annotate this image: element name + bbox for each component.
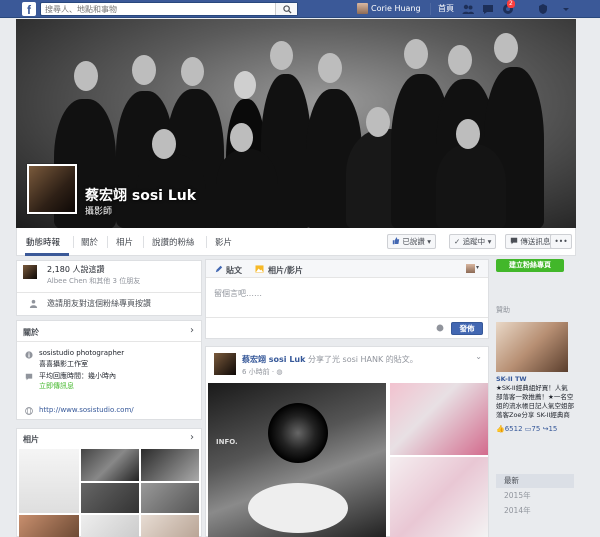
globe-icon[interactable] [436, 324, 444, 332]
post-photo-main[interactable]: INFO. [208, 383, 386, 537]
response-time: 平均回應時間：幾小時內 [39, 372, 116, 380]
ad-content[interactable]: SK-II TW ★SK-II經典組好買！人氣部落客一致推薦！★一名空姐的流水帳… [496, 375, 574, 420]
messages-icon[interactable] [482, 3, 494, 15]
post-photo[interactable] [390, 383, 488, 455]
likes-card: 2,180 人說這讚 Albee Chen 和其他 3 位朋友 邀請朋友對這個粉… [16, 260, 202, 316]
thumbs-up-icon: 👍 [496, 425, 505, 433]
globe-icon [25, 407, 33, 415]
photo-thumbnail[interactable] [19, 515, 79, 537]
following-label: 追蹤中 [462, 237, 486, 246]
ad-description: ★SK-II經典組好買！人氣部落客一致推薦！★一名空姐的流水帳日記人氣空姐部落客… [496, 384, 574, 419]
message-label: 傳送訊息 [520, 237, 551, 246]
search-box [40, 2, 298, 16]
user-name: Corie Huang [371, 4, 421, 13]
photo-thumbnail[interactable] [141, 483, 199, 513]
year-filter-2014[interactable]: 2014年 [496, 504, 574, 518]
page-title: 蔡宏翊 sosi Luk [85, 188, 197, 204]
tab-photo-video[interactable]: 相片/影片 [268, 265, 303, 276]
search-button[interactable] [275, 3, 297, 15]
post-author[interactable]: 蔡宏翊 sosi Luk [242, 355, 305, 364]
invite-friends-icon [29, 299, 38, 308]
avatar[interactable] [214, 353, 236, 375]
likes-count[interactable]: 2,180 人說這讚 [47, 264, 104, 275]
tab-videos[interactable]: 影片 [215, 236, 232, 248]
search-input[interactable] [41, 3, 271, 15]
photo-icon [255, 265, 264, 273]
photos-card: 相片 › [16, 428, 202, 537]
composer-avatar[interactable] [466, 264, 475, 273]
friend-requests-icon[interactable] [462, 3, 474, 15]
ad-stats: 👍6512 ▭75 ↪15 [496, 425, 558, 433]
message-icon [25, 373, 33, 381]
photos-title[interactable]: 相片 [23, 434, 39, 445]
liked-button[interactable]: 已說讚 ▾ [387, 234, 437, 249]
tab-about[interactable]: 關於 [81, 236, 98, 248]
chevron-down-icon: ▾ [487, 237, 492, 246]
search-icon [283, 5, 292, 14]
ad-image[interactable] [496, 322, 568, 372]
info-icon [25, 351, 33, 359]
chevron-right-icon[interactable]: › [190, 325, 194, 336]
photo-thumbnail[interactable] [141, 515, 199, 537]
invite-friends-link[interactable]: 邀請朋友對這個粉絲專頁按讚 [47, 298, 151, 309]
settings-dropdown-icon[interactable] [560, 3, 572, 15]
message-icon [510, 237, 518, 245]
globe-icon: ◍ [276, 368, 283, 376]
profile-link[interactable]: Corie Huang [357, 3, 421, 15]
pencil-icon [215, 265, 223, 273]
photo-thumbnail[interactable] [81, 515, 139, 537]
post-header: 蔡宏翊 sosi Luk 分享了光 sosi HANK 的貼文。 [242, 354, 418, 365]
facebook-logo-icon[interactable]: f [22, 2, 36, 17]
privacy-shortcuts-icon[interactable] [537, 3, 549, 15]
friends-like-text[interactable]: Albee Chen 和其他 3 位朋友 [47, 276, 140, 286]
more-options-button[interactable]: ••• [550, 234, 572, 249]
following-button[interactable]: ✓ 追蹤中 ▾ [449, 234, 497, 249]
page-category: 攝影師 [85, 207, 113, 217]
photo-thumbnail[interactable] [81, 449, 139, 481]
composer-input[interactable]: 留個言吧…… [214, 288, 262, 299]
page-thumbnail [23, 265, 37, 279]
profile-picture[interactable] [27, 164, 77, 214]
bio-line-1: sosistudio photographer [39, 349, 125, 357]
bio-line-2: 喜喜攝影工作室 [39, 360, 88, 368]
year-filter-2015[interactable]: 2015年 [496, 489, 574, 503]
liked-label: 已說讚 [402, 237, 425, 246]
photo-thumbnail[interactable] [19, 449, 79, 513]
avatar [357, 3, 368, 14]
thumbs-up-icon [392, 237, 400, 245]
sponsored-label: 贊助 [496, 306, 510, 314]
about-title[interactable]: 關於 [23, 327, 39, 338]
tab-likes[interactable]: 說讚的粉絲 [152, 236, 195, 248]
checkmark-icon: ✓ [454, 237, 461, 246]
chevron-down-icon[interactable]: ⌄ [475, 352, 482, 361]
notification-badge: 2 [507, 0, 515, 8]
feed-post: 蔡宏翊 sosi Luk 分享了光 sosi HANK 的貼文。 6 小時前 ·… [205, 346, 489, 537]
website-link[interactable]: http://www.sosistudio.com/ [39, 406, 134, 414]
post-action: 分享了光 sosi HANK 的貼文。 [308, 355, 418, 364]
create-page-button[interactable]: 建立粉絲專頁 [496, 259, 564, 272]
post-composer: 貼文 相片/影片 ▾ 留個言吧…… 發佈 [205, 259, 489, 339]
chevron-right-icon[interactable]: › [190, 432, 194, 443]
send-message-button[interactable]: 傳送訊息 [505, 234, 556, 249]
chevron-down-icon: ▾ [427, 237, 432, 246]
page-tab-bar: 動態時報 關於 相片 說讚的粉絲 影片 已說讚 ▾ ✓ 追蹤中 ▾ 傳送訊息 •… [16, 228, 576, 256]
home-link[interactable]: 首頁 [430, 3, 454, 15]
top-navigation-bar: f Corie Huang 首頁 2 [0, 0, 600, 18]
post-button[interactable]: 發佈 [451, 322, 483, 335]
post-timestamp[interactable]: 6 小時前 · ◍ [242, 367, 282, 377]
post-photo[interactable] [390, 457, 488, 537]
tab-photos[interactable]: 相片 [116, 236, 133, 248]
about-card: 關於 › sosistudio photographer 喜喜攝影工作室 平均回… [16, 320, 202, 420]
photo-thumbnail[interactable] [141, 449, 199, 481]
year-filter-latest[interactable]: 最新 [496, 474, 574, 488]
tab-status[interactable]: 貼文 [226, 265, 242, 276]
chevron-down-icon[interactable]: ▾ [476, 264, 479, 271]
tab-timeline[interactable]: 動態時報 [26, 236, 60, 248]
active-tab-indicator [25, 253, 69, 256]
ad-name[interactable]: SK-II TW [496, 375, 574, 384]
photo-thumbnail[interactable] [81, 483, 139, 513]
send-message-link[interactable]: 立即傳訊息 [39, 381, 74, 391]
